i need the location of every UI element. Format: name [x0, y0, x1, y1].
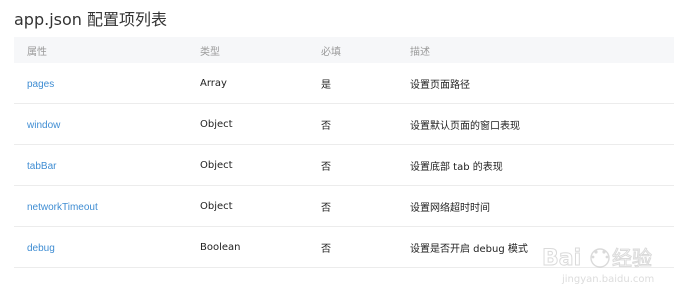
type-cell: Object [200, 118, 233, 130]
config-table: 属性 类型 必填 描述 pages Array 是 设置页面路径 window … [14, 37, 674, 268]
page-title: app.json 配置项列表 [14, 10, 168, 29]
page: app.json 配置项列表 属性 类型 必填 描述 pages Array 是… [0, 0, 700, 293]
description-cell: 设置页面路径 [410, 79, 470, 91]
description-cell: 设置默认页面的窗口表现 [410, 120, 520, 132]
table-row: window Object 否 设置默认页面的窗口表现 [14, 104, 674, 145]
header-property: 属性 [27, 46, 47, 58]
table-row: pages Array 是 设置页面路径 [14, 63, 674, 104]
svg-text:jingyan.baidu.com: jingyan.baidu.com [561, 274, 654, 285]
required-cell: 否 [321, 202, 331, 214]
property-link-pages[interactable]: pages [27, 79, 54, 90]
property-link-debug[interactable]: debug [27, 243, 55, 254]
property-link-window[interactable]: window [27, 120, 60, 131]
header-type: 类型 [200, 46, 220, 58]
table-header: 属性 类型 必填 描述 [14, 37, 674, 63]
table-row: tabBar Object 否 设置底部 tab 的表现 [14, 145, 674, 186]
required-cell: 是 [321, 79, 331, 91]
type-cell: Object [200, 200, 233, 212]
type-cell: Array [200, 77, 227, 89]
description-cell: 设置是否开启 debug 模式 [410, 243, 528, 255]
property-link-tabbar[interactable]: tabBar [27, 161, 56, 172]
table-row: networkTimeout Object 否 设置网络超时时间 [14, 186, 674, 227]
type-cell: Object [200, 159, 233, 171]
required-cell: 否 [321, 161, 331, 173]
required-cell: 否 [321, 120, 331, 132]
table-row: debug Boolean 否 设置是否开启 debug 模式 [14, 227, 674, 268]
description-cell: 设置底部 tab 的表现 [410, 161, 503, 173]
header-description: 描述 [410, 46, 430, 58]
description-cell: 设置网络超时时间 [410, 202, 490, 214]
property-link-networktimeout[interactable]: networkTimeout [27, 202, 98, 213]
header-required: 必填 [321, 46, 341, 58]
required-cell: 否 [321, 243, 331, 255]
type-cell: Boolean [200, 241, 241, 253]
